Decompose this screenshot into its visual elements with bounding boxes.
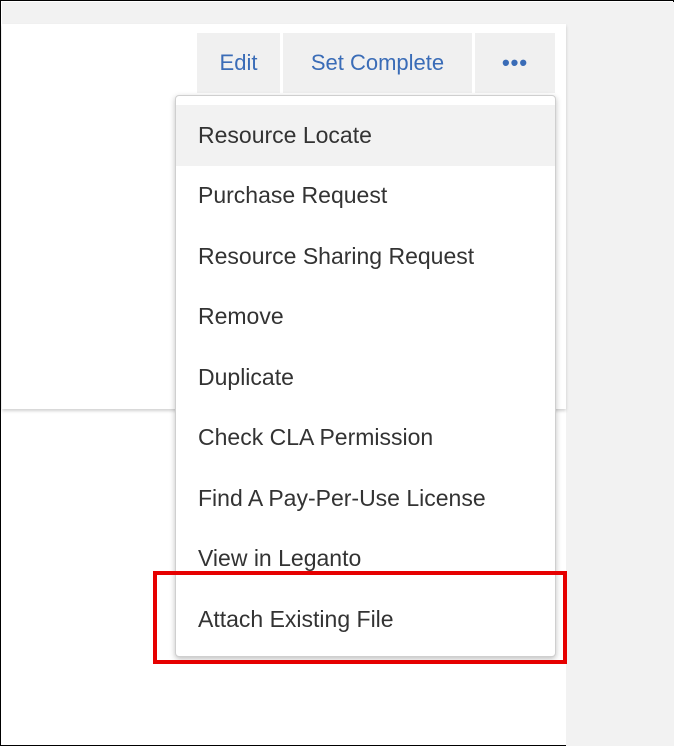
- edit-button[interactable]: Edit: [197, 33, 280, 93]
- menu-item-resource-sharing-request[interactable]: Resource Sharing Request: [176, 226, 555, 287]
- top-strip: [2, 2, 566, 24]
- menu-item-check-cla-permission[interactable]: Check CLA Permission: [176, 408, 555, 469]
- menu-item-view-in-leganto[interactable]: View in Leganto: [176, 529, 555, 590]
- more-actions-button[interactable]: •••: [475, 33, 555, 93]
- menu-item-purchase-request[interactable]: Purchase Request: [176, 166, 555, 227]
- menu-item-duplicate[interactable]: Duplicate: [176, 347, 555, 408]
- action-toolbar: Edit Set Complete •••: [197, 33, 555, 93]
- set-complete-button[interactable]: Set Complete: [283, 33, 472, 93]
- menu-item-find-pay-per-use-license[interactable]: Find A Pay-Per-Use License: [176, 468, 555, 529]
- menu-item-attach-existing-file[interactable]: Attach Existing File: [176, 589, 555, 650]
- right-side-panel: [566, 2, 674, 746]
- menu-item-remove[interactable]: Remove: [176, 287, 555, 348]
- ellipsis-icon: •••: [501, 50, 529, 75]
- more-actions-menu: Resource Locate Purchase Request Resourc…: [175, 95, 556, 657]
- menu-item-resource-locate[interactable]: Resource Locate: [176, 105, 555, 166]
